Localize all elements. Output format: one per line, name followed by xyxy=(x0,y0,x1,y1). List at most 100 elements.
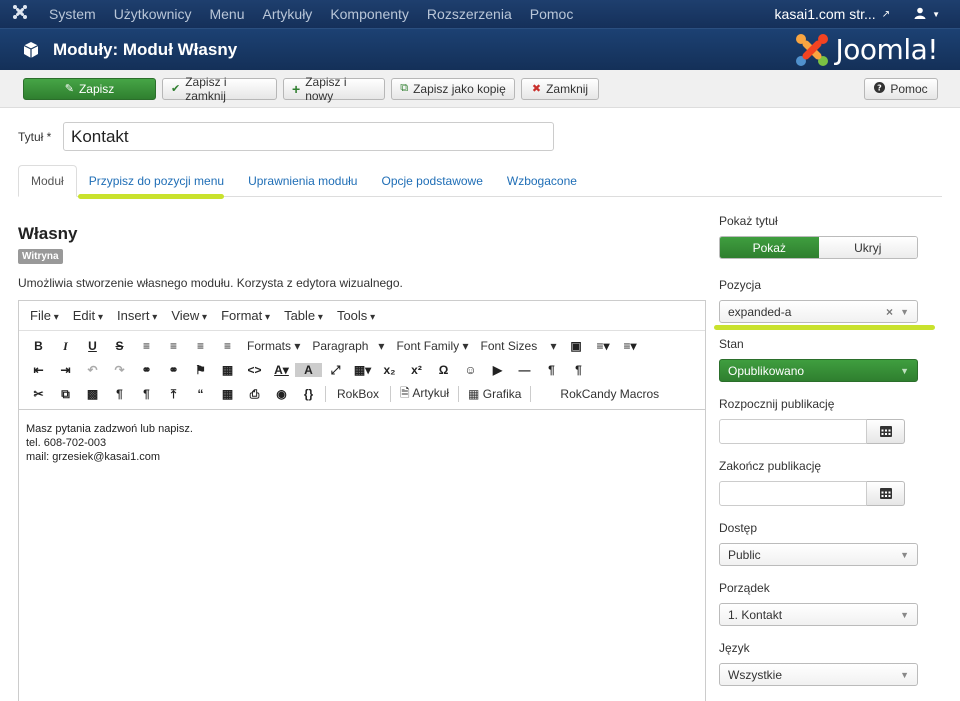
tab-advanced[interactable]: Wzbogacone xyxy=(495,165,589,197)
menu-help[interactable]: Pomoc xyxy=(521,6,583,22)
menu-components[interactable]: Komponenty xyxy=(321,6,418,22)
show-title-yes[interactable]: Pokaż xyxy=(720,237,819,258)
editor-menu-insert[interactable]: Insert xyxy=(110,308,164,323)
image-icon[interactable]: ▦ xyxy=(214,363,241,377)
link-icon[interactable]: ⚭ xyxy=(133,363,160,377)
media-icon[interactable]: ▶ xyxy=(484,363,511,377)
background-color-icon[interactable]: A xyxy=(295,363,322,377)
position-select[interactable]: expanded-a × ▼ xyxy=(719,300,918,323)
save-close-button[interactable]: ✔ Zapisz i zamknij xyxy=(162,75,277,103)
font-sizes-dropdown[interactable]: Font Sizes ▾ xyxy=(475,339,563,353)
tab-menu-assignment[interactable]: Przypisz do pozycji menu xyxy=(77,165,236,197)
save-copy-button[interactable]: ⧉ Zapisz jako kopię xyxy=(391,77,515,100)
strikethrough-icon[interactable]: S xyxy=(106,339,133,353)
bold-icon[interactable]: B xyxy=(25,339,52,353)
article-button[interactable]: 🗎 Artykuł xyxy=(394,384,455,405)
visual-chars-icon[interactable]: ¶ xyxy=(106,387,133,401)
formats-dropdown[interactable]: Formats ▾ xyxy=(241,339,306,353)
editor-menu-file[interactable]: File xyxy=(23,308,66,323)
clear-icon[interactable]: × xyxy=(886,305,893,319)
align-right-icon[interactable]: ≡ xyxy=(187,339,214,353)
editor-menu-tools[interactable]: Tools xyxy=(330,308,382,323)
tab-permissions[interactable]: Uprawnienia modułu xyxy=(236,165,369,197)
italic-icon[interactable]: I xyxy=(52,339,79,354)
editor-content[interactable]: Masz pytania zadzwoń lub napisz. tel. 60… xyxy=(19,410,705,476)
user-menu-caret-icon[interactable]: ▼ xyxy=(932,10,940,19)
save-new-button[interactable]: + Zapisz i nowy xyxy=(283,75,385,103)
align-justify-icon[interactable]: ≡ xyxy=(214,339,241,353)
user-icon[interactable] xyxy=(914,7,926,22)
rokbox-button[interactable]: RokBox xyxy=(329,387,387,401)
undo-icon[interactable]: ↶ xyxy=(79,363,106,377)
text-color-icon[interactable]: A▾ xyxy=(268,363,295,377)
visual-blocks-icon[interactable]: ¶ xyxy=(133,387,160,401)
menu-menus[interactable]: Menu xyxy=(200,6,253,22)
cut-icon[interactable]: ✂ xyxy=(25,387,52,401)
table-icon[interactable]: ▦▾ xyxy=(349,363,376,377)
fullscreen-icon[interactable]: ⤢ xyxy=(322,363,349,378)
language-select[interactable]: Wszystkie ▼ xyxy=(719,663,918,686)
access-label: Dostęp xyxy=(719,521,758,535)
indent-icon[interactable]: ⇥ xyxy=(52,363,79,377)
horizontal-rule-icon[interactable]: — xyxy=(511,363,538,377)
copy-text-icon[interactable]: ⧉ xyxy=(52,387,79,402)
highlight-underline-tab xyxy=(78,194,224,199)
editor-menu-table[interactable]: Table xyxy=(277,308,330,323)
ltr-icon[interactable]: ¶ xyxy=(538,363,565,377)
editor-menu-view[interactable]: View xyxy=(164,308,214,323)
blockquote-icon[interactable]: “ xyxy=(187,387,214,401)
menu-system[interactable]: System xyxy=(40,6,105,22)
title-input[interactable]: Kontakt xyxy=(63,122,554,151)
anchor-icon[interactable]: ⚑ xyxy=(187,363,214,377)
publish-up-input[interactable] xyxy=(719,419,867,444)
subscript-icon[interactable]: x₂ xyxy=(376,363,403,377)
emoticons-icon[interactable]: ☺ xyxy=(457,363,484,377)
unlink-icon[interactable]: ⚭ xyxy=(160,363,187,377)
align-left-icon[interactable]: ≡ xyxy=(133,339,160,353)
find-icon[interactable]: ▣ xyxy=(563,339,590,353)
font-family-dropdown[interactable]: Font Family ▾ xyxy=(390,339,474,353)
menu-content[interactable]: Artykuły xyxy=(254,6,322,22)
publish-down-input[interactable] xyxy=(719,481,867,506)
tab-module[interactable]: Moduł xyxy=(18,165,77,197)
module-description: Umożliwia stworzenie własnego modułu. Ko… xyxy=(18,276,403,290)
underline-icon[interactable]: U xyxy=(79,339,106,353)
rtl-icon[interactable]: ¶ xyxy=(565,363,592,377)
rokcandy-button[interactable]: RokCandy Macros xyxy=(534,387,665,401)
calendar-icon[interactable] xyxy=(867,481,905,506)
editor-menu-format[interactable]: Format xyxy=(214,308,277,323)
align-center-icon[interactable]: ≡ xyxy=(160,339,187,353)
save-button[interactable]: ✎ Zapisz xyxy=(23,77,156,100)
image-button[interactable]: ▦ Grafika xyxy=(462,387,527,401)
calendar-icon[interactable] xyxy=(867,419,905,444)
tab-basic-options[interactable]: Opcje podstawowe xyxy=(369,165,494,197)
help-button[interactable]: ? Pomoc xyxy=(864,77,938,100)
editor-menu-edit[interactable]: Edit xyxy=(66,308,110,323)
menu-users[interactable]: Użytkownicy xyxy=(105,6,201,22)
numbered-list-icon[interactable]: ≡▾ xyxy=(617,339,644,353)
access-group: Dostęp Public ▼ xyxy=(719,521,929,566)
print-icon[interactable]: ⎙ xyxy=(241,387,268,402)
paste-icon[interactable]: ▩ xyxy=(79,387,106,401)
access-select[interactable]: Public ▼ xyxy=(719,543,918,566)
special-char-icon[interactable]: Ω xyxy=(430,363,457,377)
bullet-list-icon[interactable]: ≡▾ xyxy=(590,339,617,353)
outdent-icon[interactable]: ⇤ xyxy=(25,363,52,377)
show-title-no[interactable]: Ukryj xyxy=(818,237,917,258)
close-button[interactable]: ✖ Zamknij xyxy=(521,77,599,100)
redo-icon[interactable]: ↷ xyxy=(106,363,133,377)
site-link[interactable]: kasai1.com str... xyxy=(775,6,882,22)
menu-extensions[interactable]: Rozszerzenia xyxy=(418,6,521,22)
template-icon[interactable]: ▦ xyxy=(214,387,241,401)
code-sample-icon[interactable]: {} xyxy=(295,387,322,401)
ordering-select[interactable]: 1. Kontakt ▼ xyxy=(719,603,918,626)
paragraph-dropdown[interactable]: Paragraph ▾ xyxy=(306,339,390,353)
state-select[interactable]: Opublikowano ▼ xyxy=(719,359,918,382)
edit-icon: ✎ xyxy=(64,83,74,95)
joomla-logo-icon[interactable] xyxy=(0,4,40,24)
preview-icon[interactable]: ◉ xyxy=(268,387,295,401)
upload-icon[interactable]: ⤒ xyxy=(160,387,187,402)
state-group: Stan Opublikowano ▼ xyxy=(719,337,929,382)
code-icon[interactable]: <> xyxy=(241,363,268,377)
superscript-icon[interactable]: x² xyxy=(403,363,430,377)
